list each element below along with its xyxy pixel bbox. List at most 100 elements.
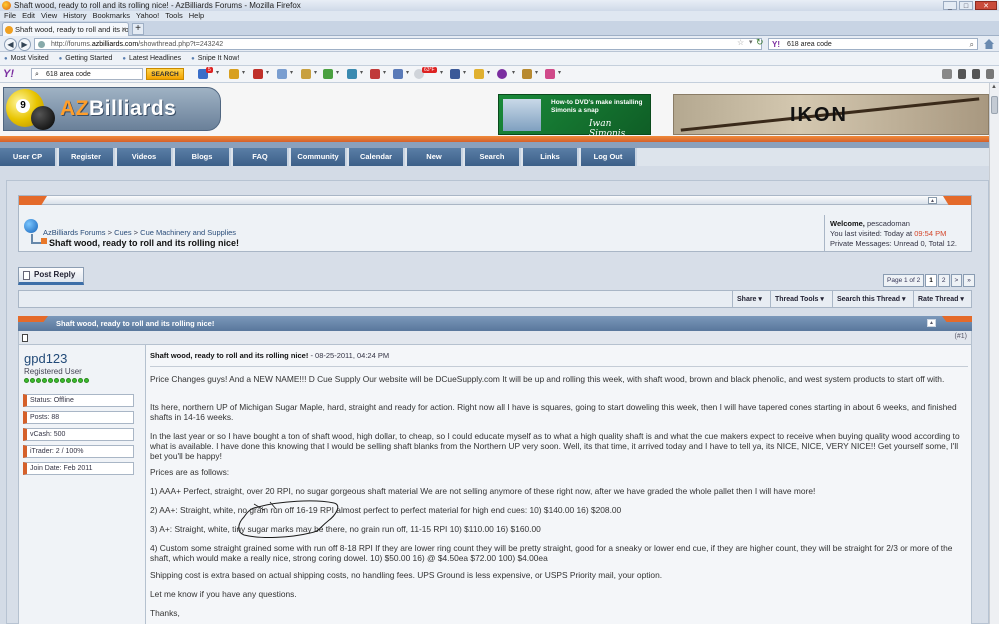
minimize-button[interactable]: _ xyxy=(943,1,957,10)
new-tab-button[interactable]: + xyxy=(132,23,144,35)
toolbar-app-icon[interactable] xyxy=(253,69,263,79)
forward-button[interactable]: ▶ xyxy=(18,38,31,51)
chevron-down-icon[interactable]: ▾ xyxy=(558,69,561,76)
bookmark-snipe-it-now[interactable]: Snipe It Now! xyxy=(191,52,240,65)
search-icon[interactable]: ⌕ xyxy=(970,39,974,50)
tab-close-icon[interactable]: × xyxy=(121,23,126,36)
nav-community[interactable]: Community xyxy=(291,148,347,166)
breadcrumb-cue-machinery[interactable]: Cue Machinery and Supplies xyxy=(140,228,236,237)
toolbar-menu-icon[interactable] xyxy=(986,69,994,79)
page-1[interactable]: 1 xyxy=(925,274,937,287)
back-button[interactable]: ◀ xyxy=(4,38,17,51)
menu-view[interactable]: View xyxy=(41,11,57,21)
menu-bookmarks[interactable]: Bookmarks xyxy=(93,11,131,21)
bookmark-star-icon[interactable]: ☆ xyxy=(737,38,744,47)
toolbar-app-icon[interactable] xyxy=(277,69,287,79)
post-number[interactable]: (#1) xyxy=(955,333,967,340)
chevron-down-icon[interactable]: ▾ xyxy=(440,69,443,76)
toolbar-app-icon[interactable] xyxy=(323,69,333,79)
toolbar-app-icon[interactable] xyxy=(393,69,403,79)
url-dropdown-icon[interactable]: ▾ xyxy=(749,38,753,46)
toolbar-user-icon[interactable] xyxy=(972,69,980,79)
thread-tools-menu[interactable]: Thread Tools ▾ xyxy=(770,291,832,308)
rate-thread-menu[interactable]: Rate Thread ▾ xyxy=(913,291,972,308)
yahoo-logo-icon[interactable]: Y! xyxy=(3,68,14,80)
chevron-down-icon[interactable]: ▾ xyxy=(242,69,245,76)
menu-history[interactable]: History xyxy=(63,11,86,21)
close-window-button[interactable]: ✕ xyxy=(975,1,997,10)
site-logo[interactable]: 9 AZBilliards xyxy=(3,87,221,131)
nav-calendar[interactable]: Calendar xyxy=(349,148,405,166)
nav-faq[interactable]: FAQ xyxy=(233,148,289,166)
yahoo-search-button[interactable]: SEARCH xyxy=(146,68,184,80)
reload-icon[interactable]: ↻ xyxy=(756,37,764,48)
toolbar-app-icon[interactable] xyxy=(229,69,239,79)
chevron-down-icon[interactable]: ▾ xyxy=(487,69,490,76)
chevron-down-icon[interactable]: ▾ xyxy=(406,69,409,76)
toolbar-settings-icon[interactable] xyxy=(942,69,952,79)
chevron-down-icon[interactable]: ▾ xyxy=(336,69,339,76)
collapse-icon[interactable]: ▲ xyxy=(928,197,937,204)
site-identity-icon[interactable] xyxy=(38,41,45,48)
share-menu[interactable]: Share ▾ xyxy=(732,291,770,308)
chevron-down-icon[interactable]: ▾ xyxy=(463,69,466,76)
toolbar-app-icon[interactable] xyxy=(545,69,555,79)
nav-user-cp[interactable]: User CP xyxy=(0,148,57,166)
nav-search[interactable]: Search xyxy=(465,148,521,166)
bookmark-most-visited[interactable]: Most Visited xyxy=(4,52,49,65)
chevron-down-icon[interactable]: ▾ xyxy=(266,69,269,76)
menu-edit[interactable]: Edit xyxy=(22,11,35,21)
menu-tools[interactable]: Tools xyxy=(165,11,183,21)
chevron-down-icon[interactable]: ▾ xyxy=(383,69,386,76)
scroll-up-icon[interactable]: ▲ xyxy=(991,84,997,90)
yahoo-search-engine-icon[interactable]: Y! xyxy=(772,39,780,50)
browser-tab-active[interactable]: Shaft wood, ready to roll and its rollin… xyxy=(2,22,129,36)
chevron-down-icon[interactable]: ▾ xyxy=(314,69,317,76)
page-title[interactable]: Shaft wood, ready to roll and its rollin… xyxy=(49,238,239,248)
toolbar-app-icon[interactable] xyxy=(522,69,532,79)
nav-new[interactable]: New xyxy=(407,148,463,166)
banner-ad-ikon[interactable]: IKON xyxy=(673,94,989,135)
chevron-down-icon[interactable]: ▾ xyxy=(512,69,515,76)
page-scrollbar[interactable]: ▲ xyxy=(989,83,999,624)
forum-home-icon[interactable] xyxy=(24,219,38,233)
bookmark-getting-started[interactable]: Getting Started xyxy=(59,52,112,65)
user-itrader[interactable]: iTrader: 2 / 100% xyxy=(23,445,134,458)
nav-blogs[interactable]: Blogs xyxy=(175,148,231,166)
toolbar-app-icon[interactable] xyxy=(474,69,484,79)
nav-log-out[interactable]: Log Out xyxy=(581,148,637,166)
chevron-down-icon[interactable]: ▾ xyxy=(216,69,219,76)
next-page[interactable]: > xyxy=(950,274,963,287)
browser-search-input[interactable]: Y! 618 area code ⌕ xyxy=(768,38,978,50)
breadcrumb-forums[interactable]: AzBilliards Forums xyxy=(43,228,106,237)
welcome-user[interactable]: pescadoman xyxy=(867,219,910,228)
facebook-icon[interactable] xyxy=(450,69,460,79)
private-messages[interactable]: Private Messages: Unread 0, Total 12. xyxy=(830,239,972,249)
scrollbar-thumb[interactable] xyxy=(991,96,998,114)
toolbar-app-icon[interactable] xyxy=(347,69,357,79)
yahoo-search-input[interactable]: ⌕ 618 area code xyxy=(31,68,143,80)
chevron-down-icon[interactable]: ▾ xyxy=(360,69,363,76)
home-icon[interactable] xyxy=(984,39,994,49)
post-reply-button[interactable]: Post Reply xyxy=(18,267,84,285)
nav-register[interactable]: Register xyxy=(59,148,115,166)
last-page[interactable]: » xyxy=(963,274,975,287)
collapse-icon[interactable]: ▲ xyxy=(927,319,936,327)
yahoo-icon[interactable] xyxy=(497,69,507,79)
maximize-button[interactable]: □ xyxy=(959,1,973,10)
lock-icon[interactable] xyxy=(958,69,966,79)
page-2[interactable]: 2 xyxy=(937,274,950,287)
nav-links[interactable]: Links xyxy=(523,148,579,166)
post-author[interactable]: gpd123 xyxy=(24,351,67,366)
toolbar-app-icon[interactable] xyxy=(370,69,380,79)
bookmark-latest-headlines[interactable]: Latest Headlines xyxy=(122,52,181,65)
address-bar[interactable]: http://forums.azbilliards.com/showthread… xyxy=(34,38,762,50)
toolbar-app-icon[interactable] xyxy=(301,69,311,79)
chevron-down-icon[interactable]: ▾ xyxy=(535,69,538,76)
menu-help[interactable]: Help xyxy=(189,11,204,21)
nav-videos[interactable]: Videos xyxy=(117,148,173,166)
menu-yahoo[interactable]: Yahoo! xyxy=(136,11,159,21)
banner-ad-simonis[interactable]: How-to DVD's make installing Simonis a s… xyxy=(498,94,651,139)
chevron-down-icon[interactable]: ▾ xyxy=(290,69,293,76)
search-thread-menu[interactable]: Search this Thread ▾ xyxy=(832,291,913,308)
